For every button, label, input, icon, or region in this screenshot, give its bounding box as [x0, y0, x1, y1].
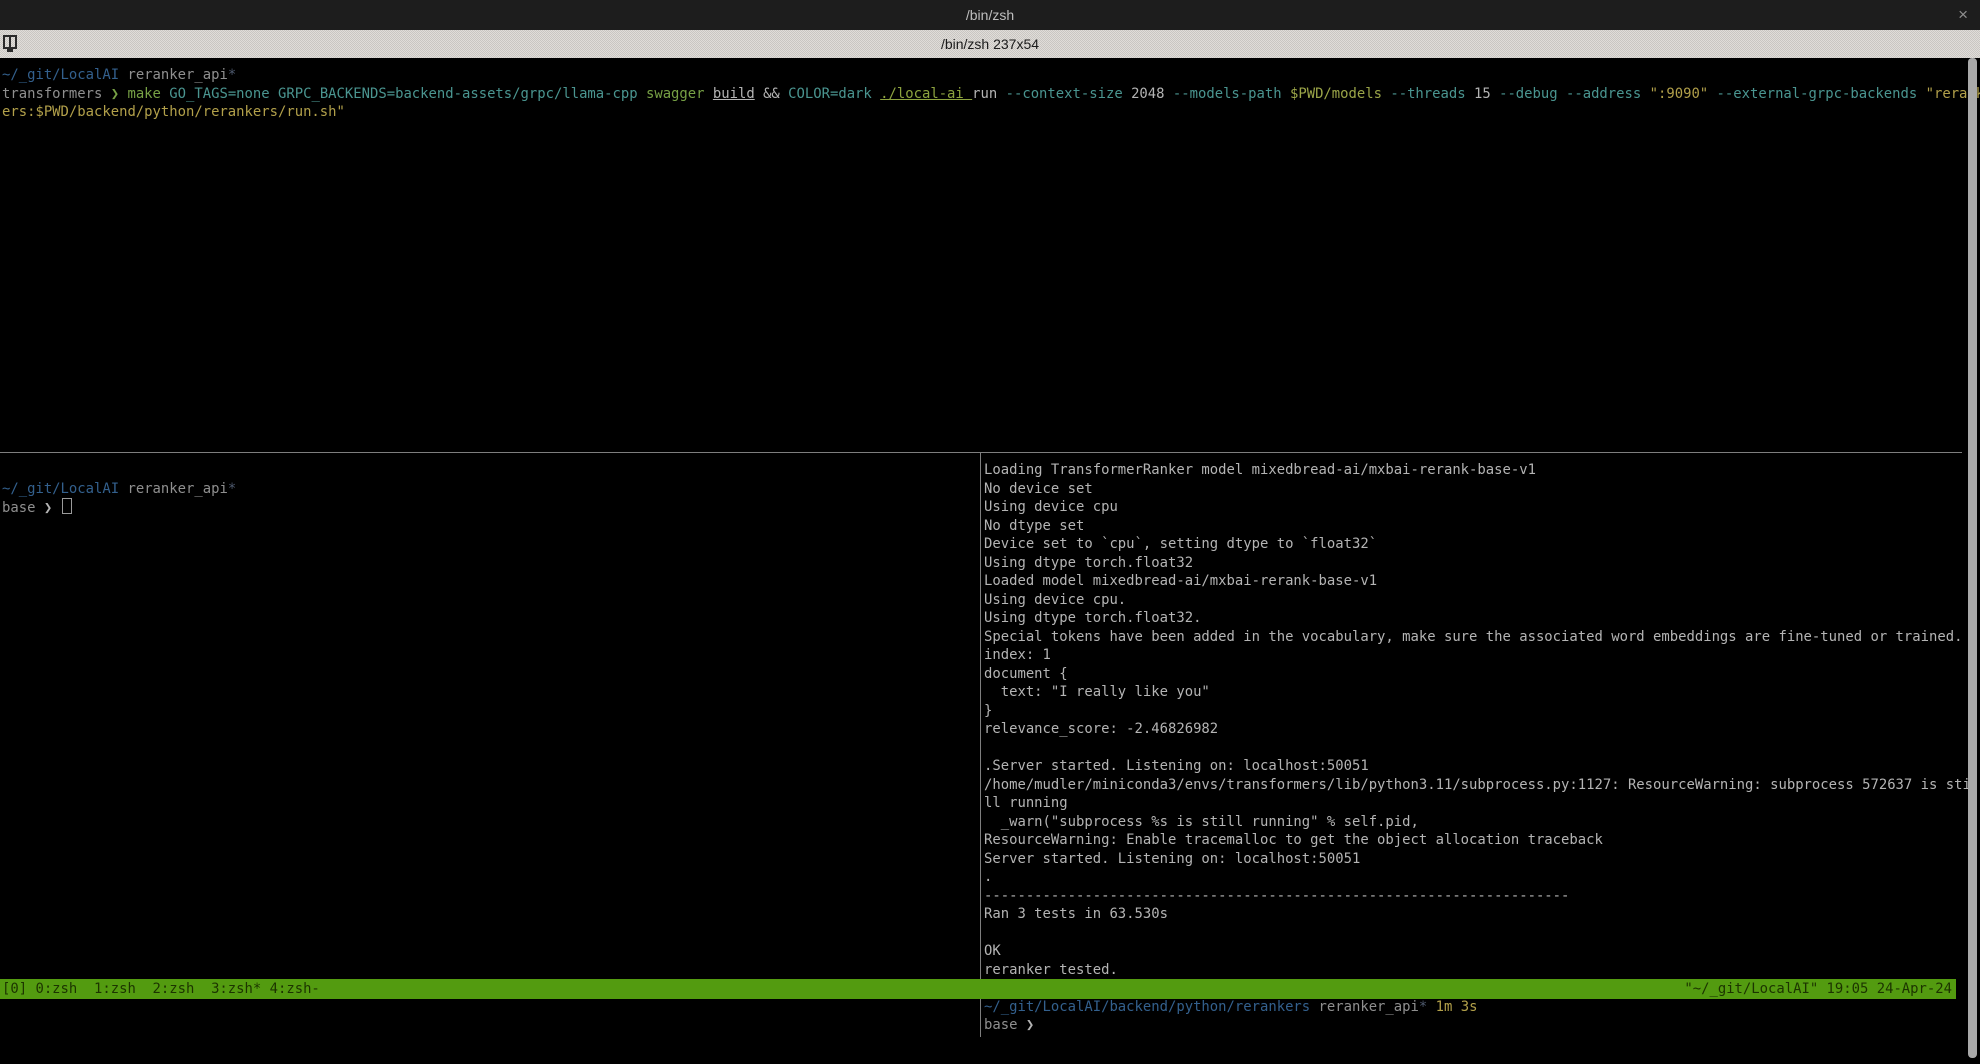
tmux-status-right: "~/_git/LocalAI" 19:05 24-Apr-24	[1684, 979, 1956, 999]
tab-bar[interactable]: /bin/zsh 237x54	[0, 30, 1980, 58]
prompt-line: ~/_git/LocalAI reranker_api*	[2, 480, 962, 499]
tmux-pane-bottom-left[interactable]: ~/_git/LocalAI reranker_api* base ❯	[2, 461, 962, 517]
input-line: base ❯	[2, 498, 962, 517]
prompt-line: ~/_git/LocalAI/backend/python/rerankers …	[984, 998, 1974, 1017]
prompt-line: ~/_git/LocalAI reranker_api*	[2, 66, 1966, 85]
window-title: /bin/zsh	[966, 7, 1014, 23]
output-lines: Loading TransformerRanker model mixedbre…	[984, 461, 1974, 998]
terminal-cursor	[62, 498, 72, 514]
tmux-horizontal-divider[interactable]	[0, 452, 1962, 453]
tmux-status-bar[interactable]: [0] 0:zsh 1:zsh 2:zsh 3:zsh* 4:zsh- "~/_…	[0, 979, 1956, 999]
scrollbar-thumb[interactable]	[1968, 58, 1977, 1058]
tmux-pane-bottom-right[interactable]: Loading TransformerRanker model mixedbre…	[984, 461, 1974, 1035]
tmux-vertical-divider[interactable]	[980, 453, 981, 1037]
terminal: ~/_git/LocalAI reranker_api* transformer…	[0, 58, 1980, 1064]
input-line: base ❯	[984, 1016, 1974, 1035]
tmux-window-list[interactable]: [0] 0:zsh 1:zsh 2:zsh 3:zsh* 4:zsh-	[0, 979, 320, 999]
command-line: transformers ❯ make GO_TAGS=none GRPC_BA…	[2, 85, 1966, 104]
command-line-wrap: ers:$PWD/backend/python/rerankers/run.sh…	[2, 103, 1966, 122]
blank-line	[2, 461, 962, 480]
close-icon[interactable]: ×	[1958, 0, 1968, 30]
tmux-pane-top[interactable]: ~/_git/LocalAI reranker_api* transformer…	[2, 66, 1966, 122]
tabbed-grid-icon	[3, 35, 21, 53]
tab-title: /bin/zsh 237x54	[941, 36, 1039, 52]
window-title-bar[interactable]: /bin/zsh ×	[0, 0, 1980, 30]
